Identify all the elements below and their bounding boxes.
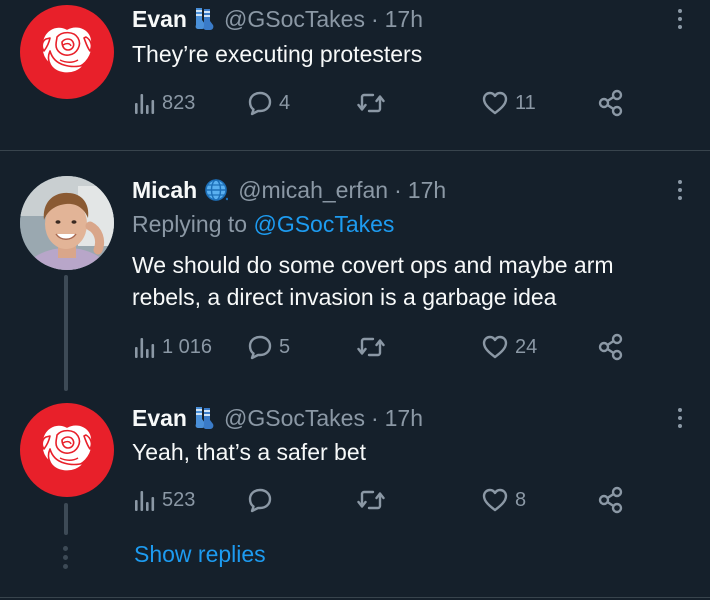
replying-prefix: Replying to bbox=[132, 211, 248, 237]
reply-button[interactable]: 5 bbox=[247, 331, 290, 363]
tweet-3[interactable]: Evan @GSocTakes · 17h Yeah, that’s a saf… bbox=[0, 391, 710, 600]
reply-count: 4 bbox=[279, 91, 291, 114]
retweet-button[interactable] bbox=[357, 484, 391, 516]
socks-emoji-icon bbox=[194, 406, 214, 430]
heart-icon bbox=[482, 335, 508, 359]
action-bar: 523 8 bbox=[132, 484, 652, 516]
views-count: 1 016 bbox=[162, 335, 213, 358]
share-icon bbox=[598, 486, 623, 514]
share-icon bbox=[598, 333, 623, 361]
timestamp[interactable]: 17h bbox=[385, 6, 423, 33]
reply-button[interactable]: 4 bbox=[247, 87, 290, 119]
share-button[interactable] bbox=[597, 87, 625, 119]
thread-line bbox=[64, 503, 68, 535]
handle[interactable]: @GSocTakes bbox=[224, 405, 365, 432]
avatar[interactable] bbox=[20, 5, 114, 99]
views-count: 823 bbox=[162, 91, 196, 114]
tweet-1[interactable]: Evan @GSocTakes · 17h They’re executing … bbox=[0, 0, 710, 150]
reply-button[interactable] bbox=[247, 484, 279, 516]
globe-emoji-icon bbox=[204, 178, 229, 202]
views-icon bbox=[135, 94, 155, 114]
tweet-header: Evan @GSocTakes · 17h bbox=[132, 4, 423, 34]
display-name[interactable]: Micah bbox=[132, 177, 197, 204]
heart-icon bbox=[482, 91, 508, 115]
more-options-icon[interactable] bbox=[672, 403, 688, 433]
action-bar: 1 016 5 24 bbox=[132, 331, 652, 363]
like-count: 8 bbox=[515, 488, 527, 511]
tweet-text: We should do some covert ops and maybe a… bbox=[132, 252, 614, 310]
tweet-2[interactable]: Micah @micah_erfan · 17h Replying to @GS… bbox=[0, 151, 710, 391]
more-options-icon[interactable] bbox=[672, 4, 688, 34]
tweet-header: Evan @GSocTakes · 17h bbox=[132, 403, 423, 433]
like-button[interactable]: 8 bbox=[481, 484, 526, 516]
action-bar: 823 4 11 bbox=[132, 87, 652, 119]
retweet-button[interactable] bbox=[357, 331, 391, 363]
tweet-header: Micah @micah_erfan · 17h bbox=[132, 175, 446, 205]
like-count: 11 bbox=[515, 91, 536, 114]
socks-emoji-icon bbox=[194, 7, 214, 31]
retweet-icon bbox=[357, 93, 385, 113]
more-options-icon[interactable] bbox=[672, 175, 688, 205]
share-button[interactable] bbox=[597, 484, 625, 516]
handle[interactable]: @GSocTakes bbox=[224, 6, 365, 33]
retweet-icon bbox=[357, 490, 385, 510]
divider bbox=[0, 597, 710, 598]
tweet-text: They’re executing protesters bbox=[132, 41, 423, 67]
rose-logo-icon bbox=[41, 423, 93, 472]
retweet-button[interactable] bbox=[357, 87, 391, 119]
replying-handle-link[interactable]: @GSocTakes bbox=[253, 211, 394, 237]
display-name[interactable]: Evan bbox=[132, 6, 187, 33]
share-icon bbox=[598, 89, 623, 117]
rose-logo-icon bbox=[41, 25, 93, 74]
thread-continuation-dots bbox=[63, 546, 68, 569]
like-button[interactable]: 24 bbox=[481, 331, 537, 363]
timestamp[interactable]: 17h bbox=[408, 177, 446, 204]
share-button[interactable] bbox=[597, 331, 625, 363]
timestamp[interactable]: 17h bbox=[385, 405, 423, 432]
views-button[interactable]: 1 016 bbox=[134, 331, 212, 363]
like-button[interactable]: 11 bbox=[481, 87, 536, 119]
like-count: 24 bbox=[515, 335, 538, 358]
avatar[interactable] bbox=[20, 176, 114, 270]
views-icon bbox=[135, 491, 155, 511]
thread-line bbox=[64, 275, 68, 391]
views-count: 523 bbox=[162, 488, 196, 511]
views-icon bbox=[135, 338, 155, 358]
separator: · bbox=[370, 5, 379, 32]
views-button[interactable]: 523 bbox=[134, 484, 195, 516]
profile-photo bbox=[20, 176, 114, 270]
replying-to: Replying to @GSocTakes bbox=[132, 211, 394, 238]
separator: · bbox=[370, 404, 379, 431]
reply-icon bbox=[248, 91, 272, 116]
heart-icon bbox=[482, 488, 508, 512]
display-name[interactable]: Evan bbox=[132, 405, 187, 432]
views-button[interactable]: 823 bbox=[134, 87, 195, 119]
reply-icon bbox=[248, 335, 272, 360]
avatar[interactable] bbox=[20, 403, 114, 497]
tweet-text: Yeah, that’s a safer bet bbox=[132, 439, 367, 465]
retweet-icon bbox=[357, 337, 385, 357]
reply-count: 5 bbox=[279, 335, 291, 358]
reply-icon bbox=[248, 488, 272, 513]
show-replies-link[interactable]: Show replies bbox=[134, 541, 266, 568]
separator: · bbox=[394, 176, 402, 203]
handle[interactable]: @micah_erfan bbox=[238, 177, 388, 204]
